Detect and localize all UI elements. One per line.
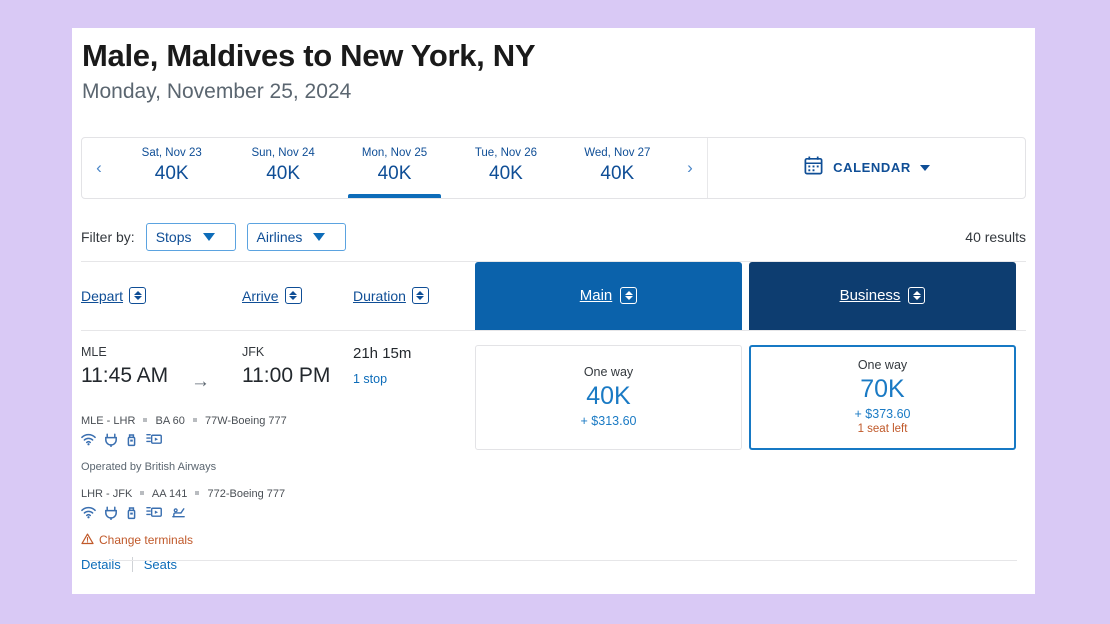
results-page-card: Male, Maldives to New York, NY Monday, N… [72, 28, 1035, 594]
separator-dot [140, 490, 145, 495]
flight-duration: 21h 15m [353, 344, 412, 362]
sort-icon [129, 287, 147, 305]
business-fare-card[interactable]: One way 70K + $373.60 1 seat left [749, 344, 1016, 450]
date-tab-sat-nov-23[interactable]: Sat, Nov 23 40K [116, 138, 227, 198]
stops-link[interactable]: 1 stop [353, 372, 473, 386]
business-seats-left: 1 seat left [857, 422, 908, 435]
date-tab-mon-nov-25[interactable]: Mon, Nov 25 40K [339, 138, 450, 198]
page-subtitle-date: Monday, November 25, 2024 [82, 79, 352, 103]
wifi-icon [81, 433, 96, 446]
usb-port-icon [126, 433, 137, 447]
segment-2-route: LHR - JFK [81, 487, 133, 500]
warning-triangle-icon [81, 533, 94, 548]
date-tab-price: 40K [266, 162, 301, 184]
calendar-button-label: CALENDAR [833, 160, 911, 176]
next-dates-button[interactable]: › [673, 138, 707, 198]
main-trip-type: One way [583, 365, 634, 380]
segment-2-flight-number: AA 141 [151, 487, 188, 500]
separator-dot [195, 490, 200, 495]
chevron-down-icon [313, 233, 326, 242]
date-tab-label: Sun, Nov 24 [251, 146, 315, 159]
date-selector-bar: ‹ Sat, Nov 23 40K Sun, Nov 24 40K Mon, N… [81, 136, 1026, 199]
change-terminals-warning: Change terminals [81, 533, 193, 548]
page-header: Male, Maldives to New York, NY Monday, N… [72, 28, 1035, 104]
filter-by-label: Filter by: [81, 229, 135, 246]
segment-1-info: MLE - LHR BA 60 77W-Boeing 777 [81, 415, 287, 427]
depart-time: 11:45 AM [81, 363, 169, 387]
power-outlet-icon [105, 506, 117, 520]
sort-icon [908, 287, 926, 305]
sort-by-duration[interactable]: Duration [353, 287, 429, 305]
sort-by-depart[interactable]: Depart [81, 287, 147, 305]
date-tab-wed-nov-27[interactable]: Wed, Nov 27 40K [562, 138, 673, 198]
wifi-icon [81, 506, 96, 519]
date-tab-label: Sat, Nov 23 [141, 146, 202, 159]
main-fare-cash: + $313.60 [580, 414, 637, 429]
date-tab-label: Tue, Nov 26 [474, 146, 538, 159]
power-outlet-icon [105, 433, 117, 447]
separator-dot [192, 417, 197, 422]
date-tab-price: 40K [377, 162, 412, 184]
chevron-down-icon [202, 233, 215, 242]
date-days-group: ‹ Sat, Nov 23 40K Sun, Nov 24 40K Mon, N… [82, 137, 708, 198]
segment-2-aircraft: 772-Boeing 777 [207, 487, 286, 500]
usb-port-icon [126, 506, 137, 520]
stops-filter-dropdown[interactable]: Stops [145, 223, 236, 252]
business-fare-cash: + $373.60 [854, 406, 911, 421]
main-fare-miles: 40K [586, 382, 631, 411]
sort-icon [620, 287, 638, 305]
business-column-label: Business [839, 287, 901, 305]
flight-result-row: MLE 11:45 AM → JFK 11:00 PM 21h 15m 1 st… [81, 331, 1026, 572]
depart-airport-code: MLE [81, 344, 107, 359]
segment-1-flight-number: BA 60 [155, 414, 185, 427]
date-tab-price: 40K [154, 162, 189, 184]
segment-2-info: LHR - JFK AA 141 772-Boeing 777 [81, 488, 285, 500]
main-fare-card[interactable]: One way 40K + $313.60 [475, 344, 742, 450]
page-title: Male, Maldives to New York, NY [82, 38, 536, 73]
operated-by-label: Operated by British Airways [81, 460, 217, 473]
sort-by-business-fare[interactable]: Business [749, 261, 1016, 330]
entertainment-icon [146, 433, 162, 446]
date-tab-price: 40K [600, 162, 635, 184]
entertainment-icon [146, 506, 162, 519]
date-tab-label: Wed, Nov 27 [584, 146, 651, 159]
sort-icon [284, 287, 302, 305]
segment-2-amenities [81, 506, 186, 520]
segment-1-route: MLE - LHR [81, 414, 136, 427]
date-tab-tue-nov-26[interactable]: Tue, Nov 26 40K [450, 138, 561, 198]
results-column-headers: Depart Arrive Duration Main Business [81, 261, 1026, 330]
results-count: 40 results [965, 229, 1026, 246]
arrive-column-label: Arrive [242, 287, 279, 304]
sort-by-arrive[interactable]: Arrive [242, 287, 302, 305]
stops-filter-label: Stops [155, 229, 192, 246]
chevron-down-icon [919, 164, 930, 171]
calendar-icon [803, 155, 824, 181]
duration-column-label: Duration [353, 287, 406, 304]
separator-dot [143, 417, 148, 422]
main-column-label: Main [579, 287, 613, 305]
date-days-list: Sat, Nov 23 40K Sun, Nov 24 40K Mon, Nov… [116, 138, 673, 198]
row-bottom-divider [90, 559, 1017, 561]
previous-dates-button[interactable]: ‹ [82, 138, 116, 198]
business-fare-miles: 70K [860, 374, 905, 403]
airlines-filter-label: Airlines [256, 229, 303, 246]
date-tab-sun-nov-24[interactable]: Sun, Nov 24 40K [227, 138, 338, 198]
flight-arrow-icon: → [191, 370, 210, 392]
segment-1-amenities [81, 433, 162, 447]
airlines-filter-dropdown[interactable]: Airlines [246, 223, 347, 252]
date-tab-label: Mon, Nov 25 [361, 146, 428, 159]
sort-icon [411, 287, 429, 305]
segment-1-aircraft: 77W-Boeing 777 [205, 414, 287, 427]
duration-cell: 21h 15m 1 stop [353, 345, 473, 386]
filter-bar: Filter by: Stops Airlines 40 results [81, 214, 1026, 261]
calendar-button[interactable]: CALENDAR [708, 138, 1025, 198]
business-trip-type: One way [857, 357, 908, 372]
sort-by-main-fare[interactable]: Main [475, 261, 742, 330]
lie-flat-seat-icon [171, 506, 186, 519]
depart-column-label: Depart [81, 287, 124, 304]
depart-cell: MLE 11:45 AM [81, 345, 251, 388]
change-terminals-label: Change terminals [99, 533, 194, 548]
date-tab-price: 40K [489, 162, 523, 184]
